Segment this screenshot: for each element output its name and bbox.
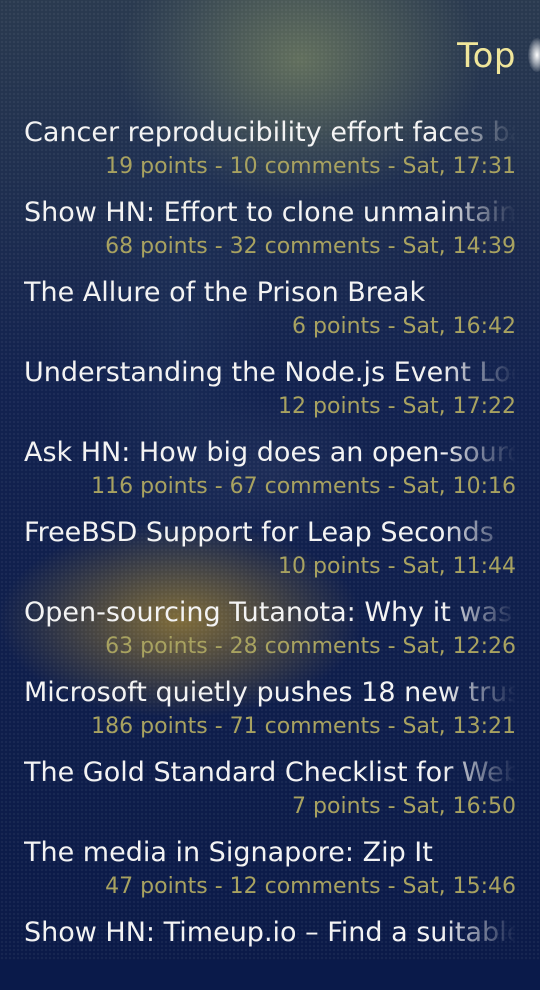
list-item[interactable]: Understanding the Node.js Event Loop 12 … xyxy=(0,350,540,430)
story-title: Microsoft quietly pushes 18 new trusted xyxy=(24,677,516,708)
story-title: The media in Signapore: Zip It xyxy=(24,837,433,868)
story-meta: 7 points - Sat, 16:50 xyxy=(292,794,516,819)
story-title: FreeBSD Support for Leap Seconds xyxy=(24,517,494,548)
story-meta: 47 points - 12 comments - Sat, 15:46 xyxy=(105,874,516,899)
story-title: Understanding the Node.js Event Loop xyxy=(24,357,516,388)
story-title: The Allure of the Prison Break xyxy=(24,277,426,308)
list-item[interactable]: Microsoft quietly pushes 18 new trusted … xyxy=(0,670,540,750)
list-item[interactable]: FreeBSD Support for Leap Seconds 10 poin… xyxy=(0,510,540,590)
story-title: Open-sourcing Tutanota: Why it was impor… xyxy=(24,597,516,628)
list-item[interactable]: Cancer reproducibility effort faces back… xyxy=(0,110,540,190)
story-title: The Gold Standard Checklist for Web xyxy=(24,757,516,788)
story-meta: 10 points - Sat, 11:44 xyxy=(278,554,516,579)
list-item[interactable]: Open-sourcing Tutanota: Why it was impor… xyxy=(0,590,540,670)
story-meta: 6 points - Sat, 16:42 xyxy=(292,314,516,339)
story-meta: 68 points - 32 comments - Sat, 14:39 xyxy=(105,234,516,259)
list-item[interactable]: The Allure of the Prison Break 6 points … xyxy=(0,270,540,350)
story-meta: 186 points - 71 comments - Sat, 13:21 xyxy=(91,714,516,739)
story-title: Cancer reproducibility effort faces back… xyxy=(24,117,516,148)
story-meta: 63 points - 28 comments - Sat, 12:26 xyxy=(105,634,516,659)
list-item[interactable]: Show HN: Timeup.io – Find a suitable xyxy=(0,910,540,990)
list-item[interactable]: Show HN: Effort to clone unmaintained 68… xyxy=(0,190,540,270)
list-item[interactable]: The Gold Standard Checklist for Web 7 po… xyxy=(0,750,540,830)
page-title: Top xyxy=(457,36,516,76)
story-title: Ask HN: How big does an open-source xyxy=(24,437,516,468)
story-meta: 116 points - 67 comments - Sat, 10:16 xyxy=(91,474,516,499)
pulley-menu-indicator[interactable] xyxy=(528,38,540,72)
story-meta: 12 points - Sat, 17:22 xyxy=(278,394,516,419)
story-title: Show HN: Effort to clone unmaintained xyxy=(24,197,516,228)
list-item[interactable]: The media in Signapore: Zip It 47 points… xyxy=(0,830,540,910)
story-list[interactable]: Cancer reproducibility effort faces back… xyxy=(0,110,540,990)
story-title: Show HN: Timeup.io – Find a suitable xyxy=(24,917,516,948)
list-item[interactable]: Ask HN: How big does an open-source 116 … xyxy=(0,430,540,510)
story-meta: 19 points - 10 comments - Sat, 17:31 xyxy=(105,154,516,179)
